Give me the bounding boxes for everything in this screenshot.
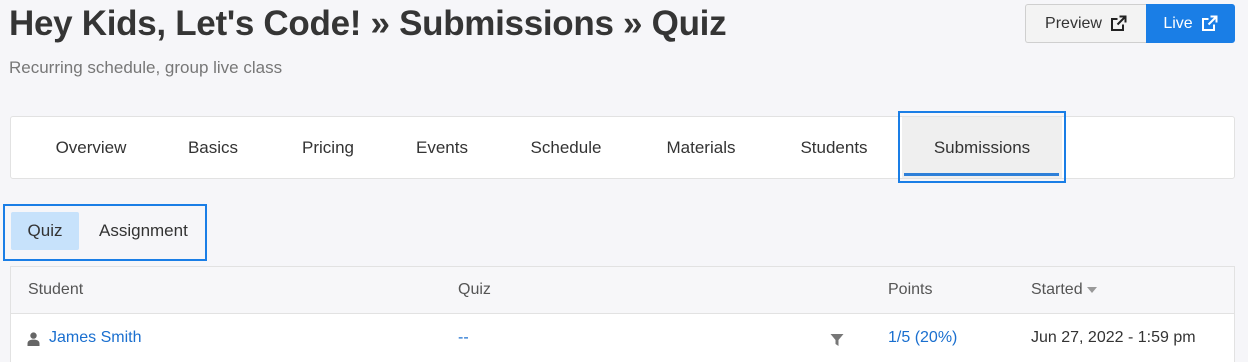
tab-students[interactable]: Students (775, 117, 893, 178)
filter-icon[interactable] (830, 333, 844, 347)
started-date: Jun 27, 2022 - 1:59 pm (1031, 329, 1196, 346)
tab-pricing[interactable]: Pricing (276, 117, 380, 178)
tab-schedule[interactable]: Schedule (506, 117, 626, 178)
column-header-started[interactable]: Started (1031, 281, 1097, 299)
preview-button[interactable]: Preview (1025, 4, 1146, 43)
tab-basics[interactable]: Basics (163, 117, 263, 178)
view-toggle: Preview Live (1025, 4, 1235, 43)
column-header-quiz: Quiz (458, 281, 491, 298)
page-subtitle: Recurring schedule, group live class (9, 58, 283, 77)
page-title: Hey Kids, Let's Code! » Submissions » Qu… (9, 4, 727, 43)
external-link-icon (1110, 15, 1127, 32)
sub-tabs: Quiz Assignment (3, 204, 207, 261)
tab-submissions[interactable]: Submissions (902, 117, 1062, 178)
tab-materials[interactable]: Materials (639, 117, 763, 178)
column-header-started-label: Started (1031, 281, 1083, 298)
tab-events[interactable]: Events (392, 117, 492, 178)
live-button[interactable]: Live (1146, 4, 1235, 43)
preview-label: Preview (1045, 14, 1102, 32)
live-label: Live (1163, 14, 1193, 32)
column-header-points: Points (888, 281, 933, 298)
points-link[interactable]: 1/5 (20%) (888, 329, 957, 347)
column-header-student: Student (28, 281, 84, 298)
external-link-icon (1201, 15, 1218, 32)
tab-overview[interactable]: Overview (34, 117, 148, 178)
table-row: James Smith -- 1/5 (20%) Jun 27, 2022 - … (11, 315, 1234, 362)
caret-down-icon (1086, 286, 1097, 293)
table-header: Student Quiz Points Started (11, 267, 1234, 314)
main-tabs: Overview Basics Pricing Events Schedule … (10, 116, 1235, 179)
student-name-link[interactable]: James Smith (49, 329, 141, 347)
submissions-table: Student Quiz Points Started James Smith … (10, 266, 1235, 362)
subtab-quiz[interactable]: Quiz (11, 212, 79, 250)
quiz-link[interactable]: -- (458, 329, 469, 347)
subtab-assignment[interactable]: Assignment (99, 212, 188, 250)
user-icon (27, 332, 40, 346)
